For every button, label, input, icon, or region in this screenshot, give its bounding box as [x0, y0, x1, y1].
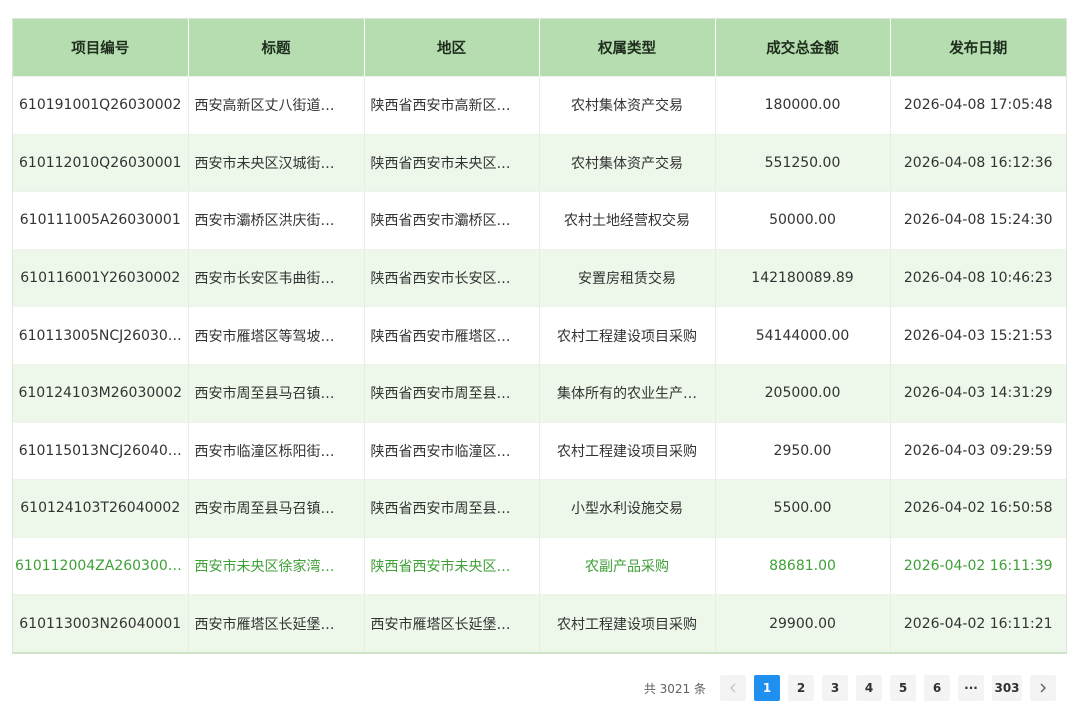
cell-title[interactable]: 西安市临潼区栎阳街…: [188, 421, 365, 480]
cell-total-amount: 29900.00: [715, 594, 891, 653]
page-button-5[interactable]: 5: [890, 675, 916, 701]
cell-project-id[interactable]: 610124103T26040002: [13, 479, 189, 538]
table-row[interactable]: 610116001Y26030002 西安市长安区韦曲街… 陕西省西安市长安区……: [13, 248, 1066, 307]
cell-total-amount: 88681.00: [715, 536, 891, 595]
cell-ownership-type: 农村工程建设项目采购: [539, 594, 716, 653]
cell-title[interactable]: 西安市雁塔区等驾坡…: [188, 306, 365, 365]
cell-region: 陕西省西安市未央区…: [364, 133, 540, 192]
cell-publish-date: 2026-04-02 16:11:39: [890, 536, 1066, 595]
cell-publish-date: 2026-04-08 10:46:23: [890, 248, 1066, 307]
cell-total-amount: 2950.00: [715, 421, 891, 480]
cell-total-amount: 5500.00: [715, 479, 891, 538]
page-button-3[interactable]: 3: [822, 675, 848, 701]
prev-page-button[interactable]: [720, 675, 746, 701]
column-header-project-id[interactable]: 项目编号: [13, 19, 189, 77]
cell-total-amount: 551250.00: [715, 133, 891, 192]
cell-region: 陕西省西安市临潼区…: [364, 421, 540, 480]
cell-title[interactable]: 西安市雁塔区长延堡…: [188, 594, 365, 653]
table-header: 项目编号 标题 地区 权属类型 成交总金额 发布日期: [13, 19, 1066, 77]
header-row: 项目编号 标题 地区 权属类型 成交总金额 发布日期: [13, 19, 1066, 77]
cell-total-amount: 54144000.00: [715, 306, 891, 365]
cell-region: 陕西省西安市周至县…: [364, 479, 540, 538]
cell-title[interactable]: 西安市周至县马召镇…: [188, 363, 365, 423]
page-button-4[interactable]: 4: [856, 675, 882, 701]
cell-ownership-type: 农村集体资产交易: [539, 133, 716, 192]
cell-publish-date: 2026-04-03 14:31:29: [890, 363, 1066, 423]
column-header-region[interactable]: 地区: [364, 19, 540, 77]
page-button-2[interactable]: 2: [788, 675, 814, 701]
table-row[interactable]: 610112010Q26030001 西安市未央区汉城街… 陕西省西安市未央区……: [13, 133, 1066, 192]
cell-ownership-type: 农村集体资产交易: [539, 76, 716, 135]
cell-project-id[interactable]: 610111005A26030001: [13, 191, 189, 250]
table-row[interactable]: 610111005A26030001 西安市灞桥区洪庆街… 陕西省西安市灞桥区……: [13, 191, 1066, 250]
column-header-total-amount[interactable]: 成交总金额: [715, 19, 891, 77]
cell-project-id[interactable]: 610116001Y26030002: [13, 248, 189, 307]
cell-project-id[interactable]: 610112010Q26030001: [13, 133, 189, 192]
cell-project-id[interactable]: 610191001Q26030002: [13, 76, 189, 135]
table-row[interactable]: 610115013NCJ26040… 西安市临潼区栎阳街… 陕西省西安市临潼区……: [13, 421, 1066, 480]
cell-ownership-type: 农村土地经营权交易: [539, 191, 716, 250]
cell-publish-date: 2026-04-08 16:12:36: [890, 133, 1066, 192]
cell-title[interactable]: 西安市未央区徐家湾…: [188, 536, 365, 595]
cell-publish-date: 2026-04-08 15:24:30: [890, 191, 1066, 250]
cell-project-id[interactable]: 610113003N26040001: [13, 594, 189, 653]
cell-ownership-type: 农村工程建设项目采购: [539, 306, 716, 365]
more-pages-button[interactable]: ···: [958, 675, 984, 701]
chevron-right-icon: [1040, 683, 1046, 693]
results-table: 项目编号 标题 地区 权属类型 成交总金额 发布日期 610191001Q260…: [13, 19, 1066, 653]
page-button-last[interactable]: 303: [992, 675, 1022, 701]
cell-total-amount: 142180089.89: [715, 248, 891, 307]
total-count: 共 3021 条: [643, 681, 706, 696]
cell-title[interactable]: 西安市周至县马召镇…: [188, 479, 365, 538]
table-row[interactable]: 610191001Q26030002 西安高新区丈八街道… 陕西省西安市高新区……: [13, 76, 1066, 135]
cell-publish-date: 2026-04-08 17:05:48: [890, 76, 1066, 135]
page-button-6[interactable]: 6: [924, 675, 950, 701]
cell-region: 陕西省西安市雁塔区…: [364, 306, 540, 365]
table-row[interactable]: 610124103T26040002 西安市周至县马召镇… 陕西省西安市周至县……: [13, 479, 1066, 538]
table-row[interactable]: 610113005NCJ26030… 西安市雁塔区等驾坡… 陕西省西安市雁塔区……: [13, 306, 1066, 365]
cell-total-amount: 180000.00: [715, 76, 891, 135]
cell-title[interactable]: 西安市长安区韦曲街…: [188, 248, 365, 307]
cell-total-amount: 205000.00: [715, 363, 891, 423]
pagination: 共 3021 条 1 2 3 4 5 6 ··· 303: [644, 675, 1056, 701]
cell-region: 西安市雁塔区长延堡…: [364, 594, 540, 653]
cell-region: 陕西省西安市未央区…: [364, 536, 540, 595]
cell-project-id[interactable]: 610124103M26030002: [13, 363, 189, 423]
cell-ownership-type: 农村工程建设项目采购: [539, 421, 716, 480]
cell-title[interactable]: 西安高新区丈八街道…: [188, 76, 365, 135]
cell-project-id[interactable]: 610113005NCJ26030…: [13, 306, 189, 365]
cell-ownership-type: 集体所有的农业生产…: [539, 363, 716, 423]
column-header-publish-date[interactable]: 发布日期: [890, 19, 1066, 77]
table-row-hovered[interactable]: 610112004ZA26030001 西安市未央区徐家湾… 陕西省西安市未央区…: [13, 536, 1066, 595]
cell-title[interactable]: 西安市灞桥区洪庆街…: [188, 191, 365, 250]
cell-title[interactable]: 西安市未央区汉城街…: [188, 133, 365, 192]
table-row[interactable]: 610113003N26040001 西安市雁塔区长延堡… 西安市雁塔区长延堡……: [13, 594, 1066, 653]
cell-region: 陕西省西安市长安区…: [364, 248, 540, 307]
cell-publish-date: 2026-04-02 16:11:21: [890, 594, 1066, 653]
cell-ownership-type: 农副产品采购: [539, 536, 716, 595]
cell-publish-date: 2026-04-03 09:29:59: [890, 421, 1066, 480]
next-page-button[interactable]: [1030, 675, 1056, 701]
results-table-container: 项目编号 标题 地区 权属类型 成交总金额 发布日期 610191001Q260…: [12, 18, 1067, 655]
cell-project-id[interactable]: 610115013NCJ26040…: [13, 421, 189, 480]
page-button-1[interactable]: 1: [754, 675, 780, 701]
column-header-title[interactable]: 标题: [188, 19, 365, 77]
cell-region: 陕西省西安市灞桥区…: [364, 191, 540, 250]
cell-ownership-type: 安置房租赁交易: [539, 248, 716, 307]
cell-ownership-type: 小型水利设施交易: [539, 479, 716, 538]
cell-publish-date: 2026-04-03 15:21:53: [890, 306, 1066, 365]
cell-project-id[interactable]: 610112004ZA26030001: [13, 536, 189, 595]
table-row[interactable]: 610124103M26030002 西安市周至县马召镇… 陕西省西安市周至县……: [13, 363, 1066, 423]
cell-total-amount: 50000.00: [715, 191, 891, 250]
chevron-left-icon: [730, 683, 736, 693]
table-body: 610191001Q26030002 西安高新区丈八街道… 陕西省西安市高新区……: [13, 76, 1066, 653]
cell-region: 陕西省西安市周至县…: [364, 363, 540, 423]
cell-publish-date: 2026-04-02 16:50:58: [890, 479, 1066, 538]
cell-region: 陕西省西安市高新区…: [364, 76, 540, 135]
column-header-ownership-type[interactable]: 权属类型: [539, 19, 716, 77]
